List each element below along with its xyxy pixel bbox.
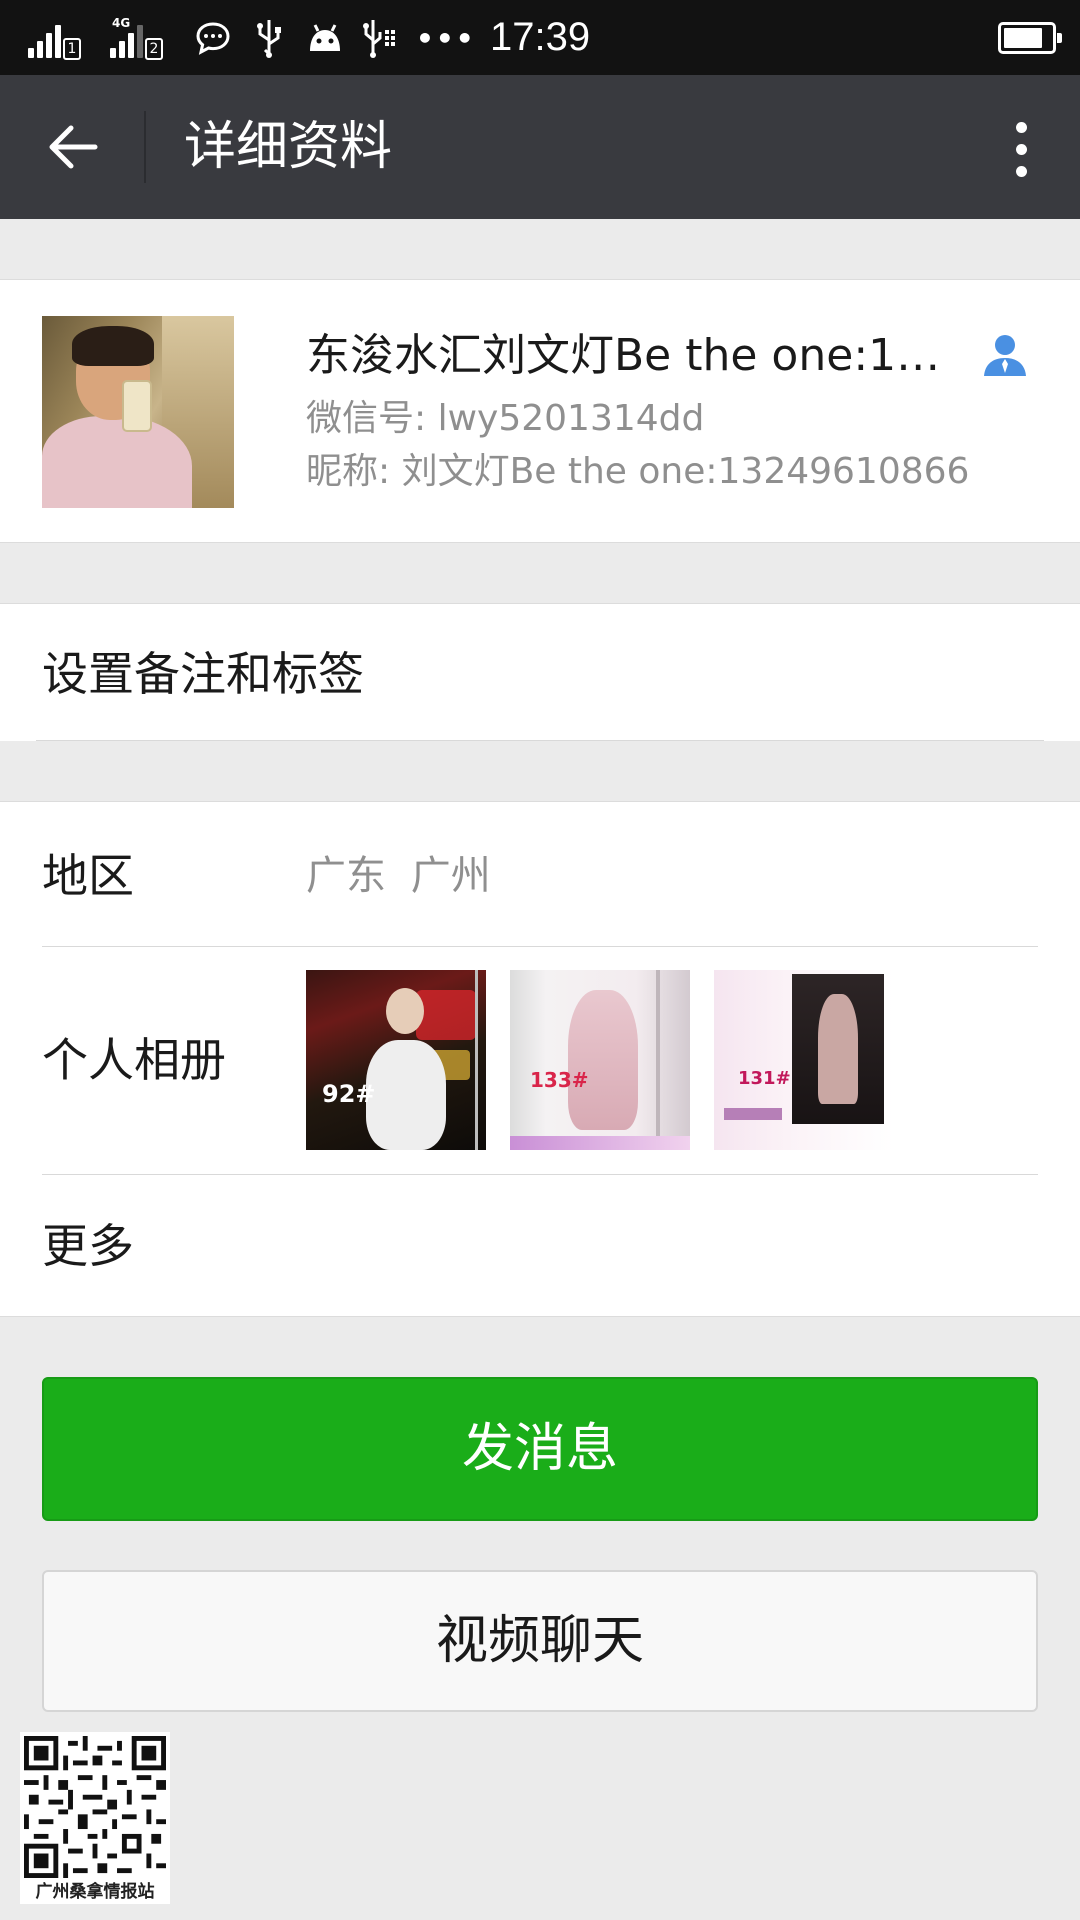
back-button[interactable]: [30, 109, 116, 185]
album-label: 个人相册: [42, 1033, 226, 1087]
set-remark-and-tags-row[interactable]: 设置备注和标签: [0, 603, 1080, 741]
album-thumbnail[interactable]: 131#: [714, 970, 894, 1150]
clock: 17:39: [490, 15, 591, 59]
thumbnail-tag: 92#: [322, 1080, 376, 1108]
android-icon: [304, 17, 346, 59]
signal-icon: 4G 2: [110, 16, 163, 60]
qr-code-watermark: 广州桑拿情报站: [20, 1732, 170, 1904]
watermark-caption: 广州桑拿情报站: [35, 1882, 155, 1902]
divider: [36, 740, 1044, 741]
contact-detail-screen: 1 4G 2 ••• 17:39 详细资料 东浚水汇刘文灯Be the one:…: [0, 0, 1080, 1920]
battery-icon: [998, 22, 1062, 54]
more-label: 更多: [42, 1219, 134, 1273]
title-bar: 详细资料: [0, 75, 1080, 219]
thumbnail-tag: 131#: [738, 1068, 791, 1089]
arrow-left-icon: [49, 125, 98, 169]
contact-person-icon: [982, 332, 1028, 378]
profile-card: 东浚水汇刘文灯Be the one:13249610866 微信号: lwy52…: [0, 279, 1080, 543]
send-message-button[interactable]: 发消息: [42, 1377, 1038, 1521]
more-options-button[interactable]: [988, 111, 1054, 187]
album-thumbnail[interactable]: 92#: [306, 970, 486, 1150]
more-notifications-indicator: •••: [416, 21, 476, 55]
display-name: 东浚水汇刘文灯Be the one:13249610866: [306, 330, 946, 381]
wechat-id: 微信号: lwy5201314dd: [306, 398, 705, 439]
more-vertical-icon: [1015, 121, 1027, 133]
status-icons: 1 4G 2 •••: [28, 14, 476, 62]
message-icon: [192, 17, 234, 59]
divider: [42, 946, 1038, 947]
region-value: 广东 广州: [306, 853, 491, 899]
set-remark-label: 设置备注和标签: [42, 647, 364, 701]
battery-level-fill: [1004, 28, 1043, 48]
nickname: 昵称: 刘文灯Be the one:13249610866: [306, 451, 970, 492]
region-label: 地区: [42, 849, 134, 903]
title-divider: [144, 111, 146, 183]
sim-slot-badge: 2: [145, 38, 163, 60]
album-thumbnail[interactable]: 133#: [510, 970, 690, 1150]
usb-debug-icon: [360, 17, 402, 59]
video-chat-button[interactable]: 视频聊天: [42, 1570, 1038, 1712]
sim-slot-badge: 1: [63, 38, 81, 60]
page-title: 详细资料: [184, 117, 393, 177]
status-bar: 1 4G 2 ••• 17:39: [0, 0, 1080, 75]
divider: [42, 1174, 1038, 1175]
avatar[interactable]: [42, 316, 234, 508]
network-type-label: 4G: [112, 16, 131, 30]
signal-icon: 1: [28, 18, 81, 60]
usb-icon: [248, 17, 290, 59]
thumbnail-tag: 133#: [530, 1068, 589, 1092]
info-group: 地区 广东 广州 个人相册 92# 133# 131# 更多: [0, 801, 1080, 1317]
qr-code-image: [24, 1736, 166, 1878]
